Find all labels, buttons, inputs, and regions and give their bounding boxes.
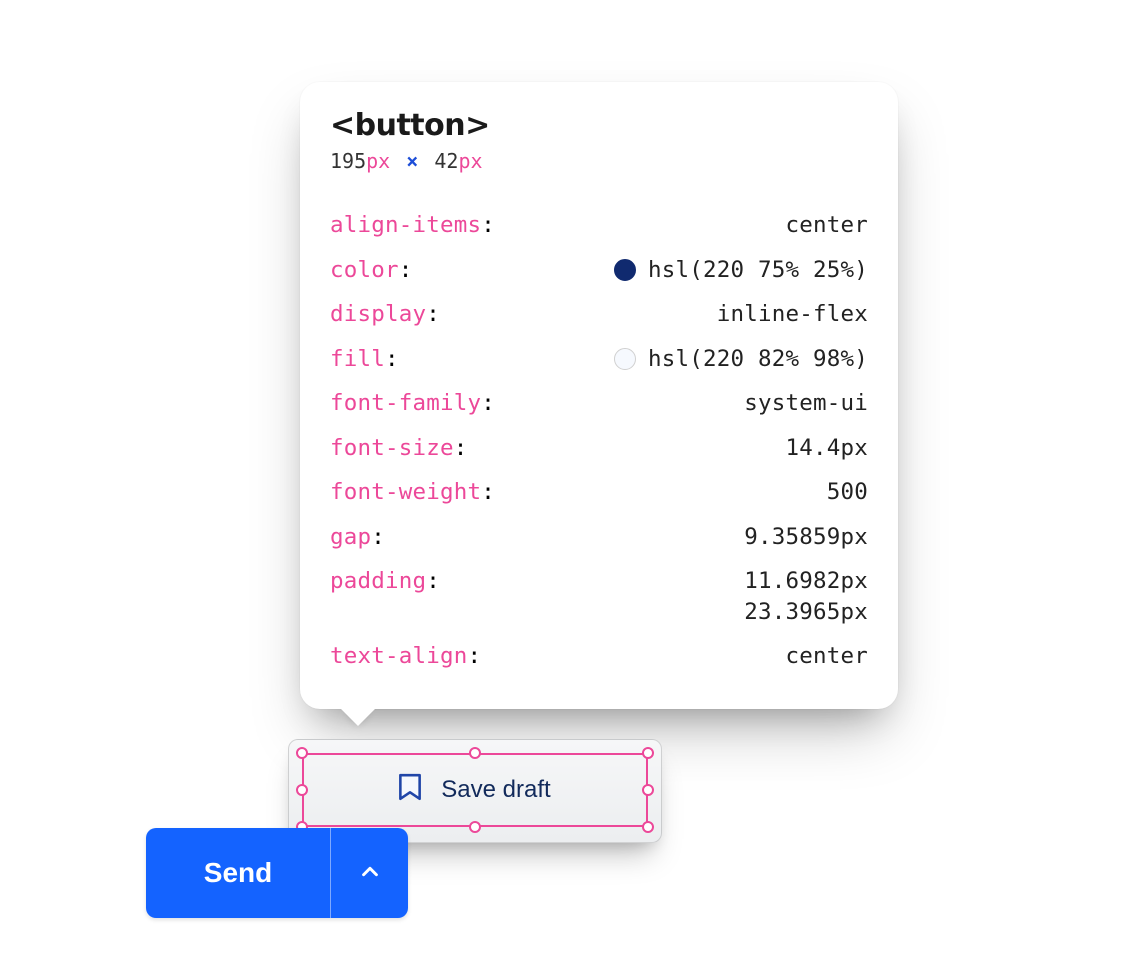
property-row: color: hsl(220 75% 25%) — [330, 248, 868, 293]
property-name: text-align — [330, 643, 467, 669]
property-row: font-family: system-ui — [330, 381, 868, 426]
property-value: 14.4px — [786, 437, 868, 460]
property-value: center — [786, 214, 868, 237]
property-value-text: hsl(220 75% 25%) — [648, 259, 868, 282]
property-name: align-items — [330, 212, 481, 238]
property-value: hsl(220 75% 25%) — [614, 259, 868, 282]
property-name: font-weight — [330, 479, 481, 505]
property-name: fill — [330, 346, 385, 372]
send-button-label: Send — [204, 857, 272, 889]
property-value-text: hsl(220 82% 98%) — [648, 348, 868, 371]
property-row: align-items: center — [330, 203, 868, 248]
property-name: font-family — [330, 390, 481, 416]
color-swatch — [614, 348, 636, 370]
property-name: gap — [330, 524, 371, 550]
property-name: font-size — [330, 435, 454, 461]
tooltip-arrow — [341, 692, 375, 726]
send-button[interactable]: Send — [146, 828, 330, 918]
property-value: 500 — [827, 481, 868, 504]
property-value: hsl(220 82% 98%) — [614, 348, 868, 371]
send-split-button: Send — [146, 828, 408, 918]
inspector-property-list: align-items: center color: hsl(220 75% 2… — [330, 203, 868, 679]
dimension-width-unit: px — [366, 149, 390, 173]
property-value: 9.35859px — [744, 526, 868, 549]
property-row: text-align: center — [330, 634, 868, 679]
property-row: font-weight: 500 — [330, 470, 868, 515]
bookmark-icon — [397, 772, 423, 809]
property-value: inline-flex — [717, 303, 868, 326]
chevron-up-icon — [359, 861, 381, 886]
property-row: padding: 11.6982px 23.3965px — [330, 559, 868, 634]
property-row: font-size: 14.4px — [330, 426, 868, 471]
dimension-separator: × — [402, 149, 422, 173]
dimension-width-value: 195 — [330, 149, 366, 173]
property-value-text: 23.3965px — [744, 601, 868, 624]
property-name: color — [330, 257, 399, 283]
dimension-height-value: 42 — [434, 149, 458, 173]
property-value: center — [786, 645, 868, 668]
property-row: fill: hsl(220 82% 98%) — [330, 337, 868, 382]
save-draft-button[interactable]: Save draft — [303, 754, 645, 826]
property-name: display — [330, 301, 426, 327]
property-row: display: inline-flex — [330, 292, 868, 337]
inspector-dimensions: 195px × 42px — [330, 149, 868, 173]
property-value: system-ui — [744, 392, 868, 415]
property-value-text: 11.6982px — [744, 570, 868, 593]
property-name: padding — [330, 568, 426, 594]
dimension-height-unit: px — [458, 149, 482, 173]
property-value: 11.6982px 23.3965px — [744, 570, 868, 623]
inspector-tooltip: <button> 195px × 42px align-items: cente… — [300, 82, 898, 709]
save-draft-label: Save draft — [441, 776, 550, 804]
inspector-element-tag: <button> — [330, 108, 868, 143]
property-row: gap: 9.35859px — [330, 515, 868, 560]
color-swatch — [614, 259, 636, 281]
send-dropdown-toggle[interactable] — [330, 828, 408, 918]
